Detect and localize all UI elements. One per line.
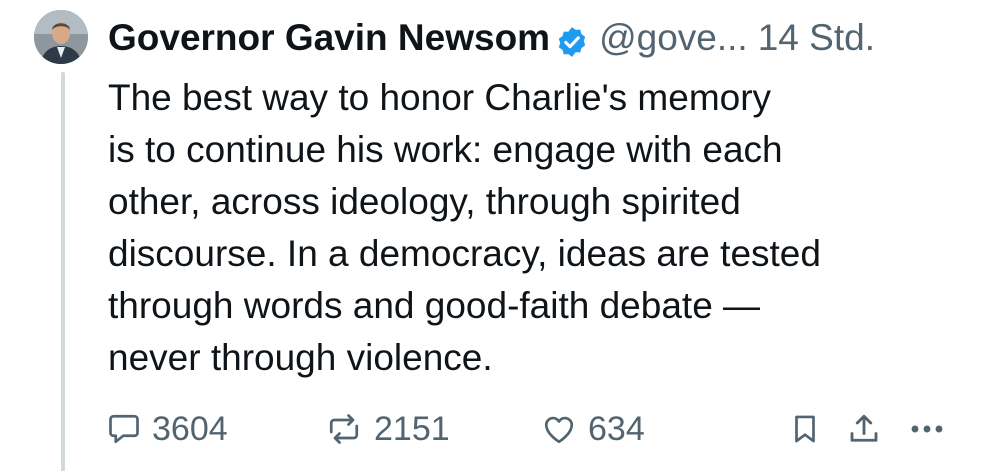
heart-icon — [544, 416, 574, 444]
bookmark-icon — [795, 415, 815, 443]
tweet-text-line: The best way to honor Charlie's memory — [108, 77, 772, 118]
tweet-text-line: is to continue his work: engage with eac… — [108, 129, 783, 170]
tweet-text: The best way to honor Charlie's memory i… — [108, 72, 988, 384]
tweet-text-line: other, across ideology, through spirited — [108, 181, 741, 222]
like-count: 634 — [588, 409, 645, 448]
more-button[interactable] — [906, 405, 948, 453]
avatar-image — [34, 10, 88, 64]
bookmark-button[interactable] — [788, 405, 822, 453]
reply-icon — [109, 414, 139, 444]
timestamp[interactable]: 14 Std. — [758, 12, 875, 64]
tweet-header: Governor Gavin Newsom @gove... 14 Std. — [108, 12, 875, 64]
author-name[interactable]: Governor Gavin Newsom — [108, 12, 550, 64]
author-handle[interactable]: @gove... — [599, 12, 748, 64]
tweet-text-line: never through violence. — [108, 337, 493, 378]
thread-line — [61, 72, 65, 471]
reply-button[interactable]: 3604 — [106, 405, 228, 453]
tweet-text-line: through words and good-faith debate — — [108, 285, 761, 326]
reply-count: 3604 — [152, 409, 228, 448]
repost-count: 2151 — [374, 409, 450, 448]
like-button[interactable]: 634 — [540, 405, 645, 453]
tweet: Governor Gavin Newsom @gove... 14 Std. T… — [0, 0, 1000, 471]
repost-button[interactable]: 2151 — [324, 405, 450, 453]
share-icon — [850, 414, 878, 442]
share-button[interactable] — [846, 405, 882, 453]
verified-badge-icon — [555, 21, 589, 57]
tweet-text-line: discourse. In a democracy, ideas are tes… — [108, 233, 821, 274]
avatar[interactable] — [34, 10, 88, 64]
repost-icon — [329, 414, 359, 444]
tweet-actions: 3604 2151 634 — [106, 405, 966, 453]
more-icon — [911, 425, 943, 433]
